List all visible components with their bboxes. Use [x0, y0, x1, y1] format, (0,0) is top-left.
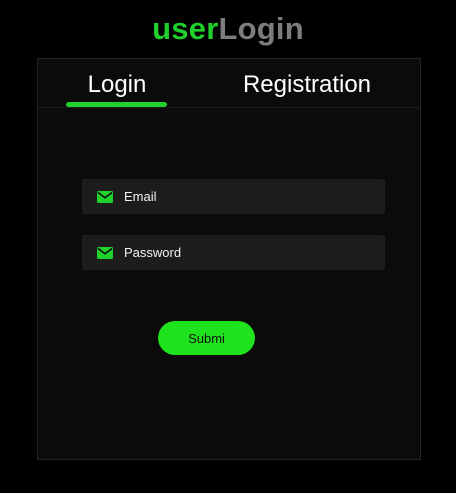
- email-input[interactable]: [124, 179, 374, 214]
- auth-card: Login Registration Submi: [37, 58, 421, 460]
- login-page: userLogin Login Registration Submi: [0, 0, 456, 493]
- envelope-icon: [97, 247, 113, 259]
- password-input[interactable]: [124, 235, 374, 270]
- app-title-user: user: [152, 11, 219, 46]
- tab-login[interactable]: Login: [66, 68, 168, 102]
- active-tab-indicator: [66, 102, 167, 107]
- email-field[interactable]: [82, 179, 385, 214]
- app-title: userLogin: [0, 10, 456, 48]
- envelope-icon: [97, 191, 113, 203]
- tab-registration[interactable]: Registration: [234, 68, 380, 102]
- submit-button[interactable]: Submi: [158, 321, 255, 355]
- app-title-login: Login: [218, 11, 304, 46]
- tab-bar: Login Registration: [38, 59, 420, 108]
- password-field[interactable]: [82, 235, 385, 270]
